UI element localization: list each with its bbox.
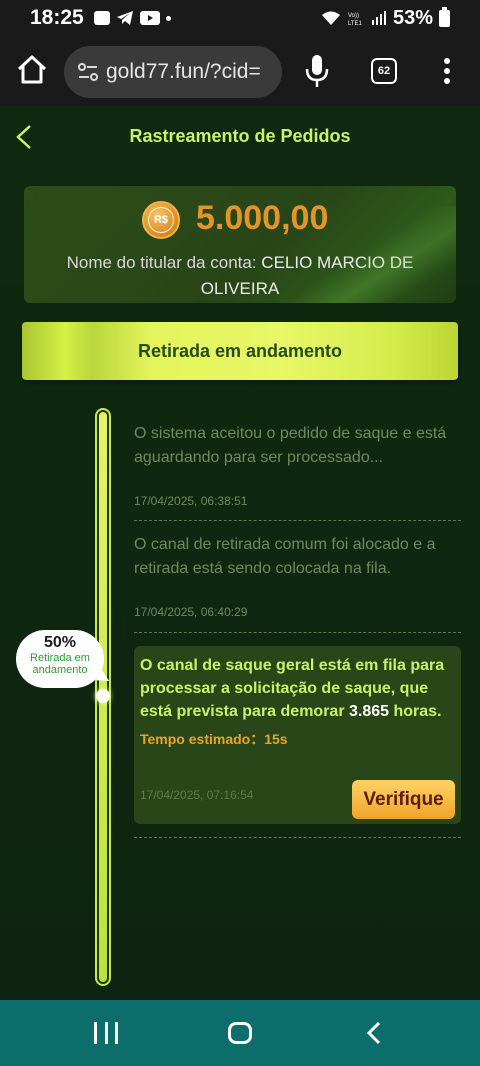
- status-bar: 18:25 Vo)) LTE1 53%: [0, 0, 480, 36]
- step-divider: [134, 520, 461, 521]
- timeline-step: O sistema aceitou o pedido de saque e es…: [134, 422, 458, 508]
- svg-text:LTE1: LTE1: [348, 21, 363, 26]
- youtube-icon: [139, 11, 160, 25]
- address-bar[interactable]: gold77.fun/?cid=: [64, 46, 282, 98]
- account-holder: Nome do titular da conta: CELIO MARCIO D…: [44, 250, 436, 302]
- system-nav-bar: [0, 1000, 480, 1066]
- estimated-hours: 3.865: [349, 703, 390, 720]
- home-nav-icon[interactable]: [228, 1022, 252, 1044]
- progress-label: Retirada em andamento: [30, 652, 90, 676]
- wifi-icon: [321, 11, 340, 25]
- recents-icon[interactable]: [94, 1022, 118, 1044]
- balance-amount: 5.000,00: [196, 199, 329, 237]
- step-time: 17/04/2025, 07:16:54: [140, 788, 254, 802]
- battery-percent: 53%: [392, 6, 433, 29]
- url-text: gold77.fun/?cid=: [106, 60, 261, 83]
- signal-icon: [371, 11, 386, 25]
- home-icon[interactable]: [14, 52, 50, 88]
- timeline-step: O canal de retirada comum foi alocado e …: [134, 533, 458, 619]
- step-time: 17/04/2025, 06:40:29: [134, 605, 248, 619]
- status-right: Vo)) LTE1 53%: [321, 6, 450, 30]
- volte-icon: Vo)) LTE1: [348, 13, 363, 26]
- step-text: O sistema aceitou o pedido de saque e es…: [134, 425, 447, 466]
- site-settings-icon[interactable]: [78, 63, 98, 81]
- active-step-card: O canal de saque geral está em fila para…: [134, 646, 461, 824]
- step-divider: [134, 632, 461, 633]
- estimated-time: Tempo estimado：15s: [140, 731, 288, 747]
- browser-menu-icon[interactable]: [440, 54, 454, 88]
- back-nav-icon[interactable]: [364, 1020, 384, 1046]
- status-banner: Retirada em andamento: [22, 322, 458, 380]
- step-time: 17/04/2025, 06:38:51: [134, 494, 248, 508]
- status-time: 18:25: [30, 6, 84, 29]
- microphone-icon[interactable]: [304, 54, 330, 88]
- notification-icons: [93, 10, 171, 26]
- progress-bubble: 50% Retirada em andamento: [16, 630, 104, 688]
- more-notifications-icon: [165, 15, 171, 21]
- progress-percent: 50%: [43, 634, 77, 651]
- holder-label: Nome do titular da conta:: [66, 253, 257, 272]
- progress-knob: [96, 689, 110, 703]
- page-title: Rastreamento de Pedidos: [129, 126, 351, 146]
- browser-toolbar: gold77.fun/?cid= 62: [0, 36, 480, 106]
- step-text: O canal de retirada comum foi alocado e …: [134, 536, 436, 577]
- page-content: Rastreamento de Pedidos R$ 5.000,00 Nome…: [0, 106, 480, 1000]
- step-divider: [134, 837, 461, 838]
- svg-text:Vo)): Vo)): [348, 13, 359, 19]
- telegram-icon: [116, 11, 133, 25]
- battery-icon: [439, 6, 450, 27]
- active-step-text: O canal de saque geral está em fila para…: [140, 657, 445, 720]
- status-banner-label: Retirada em andamento: [137, 340, 343, 361]
- app-notification-icon: [93, 11, 110, 25]
- hours-unit: horas.: [393, 703, 442, 720]
- balance-card: R$ 5.000,00 Nome do titular da conta: CE…: [24, 186, 456, 303]
- tab-switcher-button[interactable]: 62: [371, 58, 397, 84]
- estimated-time-value: 15s: [264, 731, 288, 747]
- verify-button[interactable]: Verifique: [352, 780, 455, 819]
- real-coin-icon: R$: [142, 201, 180, 239]
